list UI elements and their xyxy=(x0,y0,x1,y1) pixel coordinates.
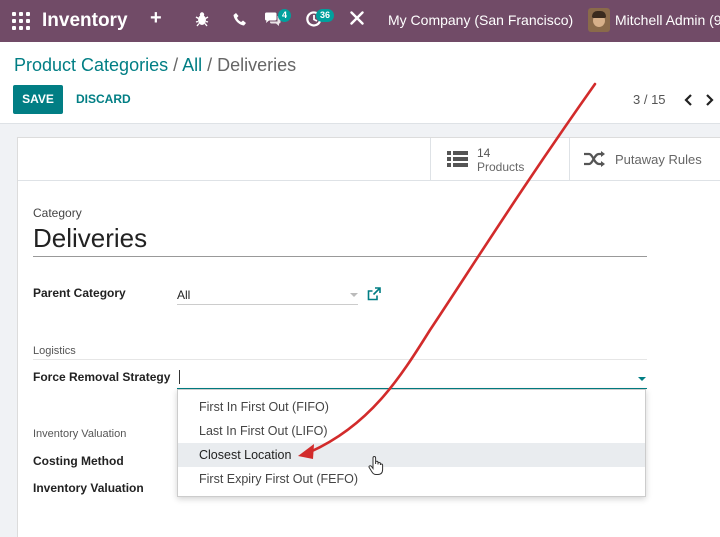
annotation-arrow xyxy=(298,82,597,459)
